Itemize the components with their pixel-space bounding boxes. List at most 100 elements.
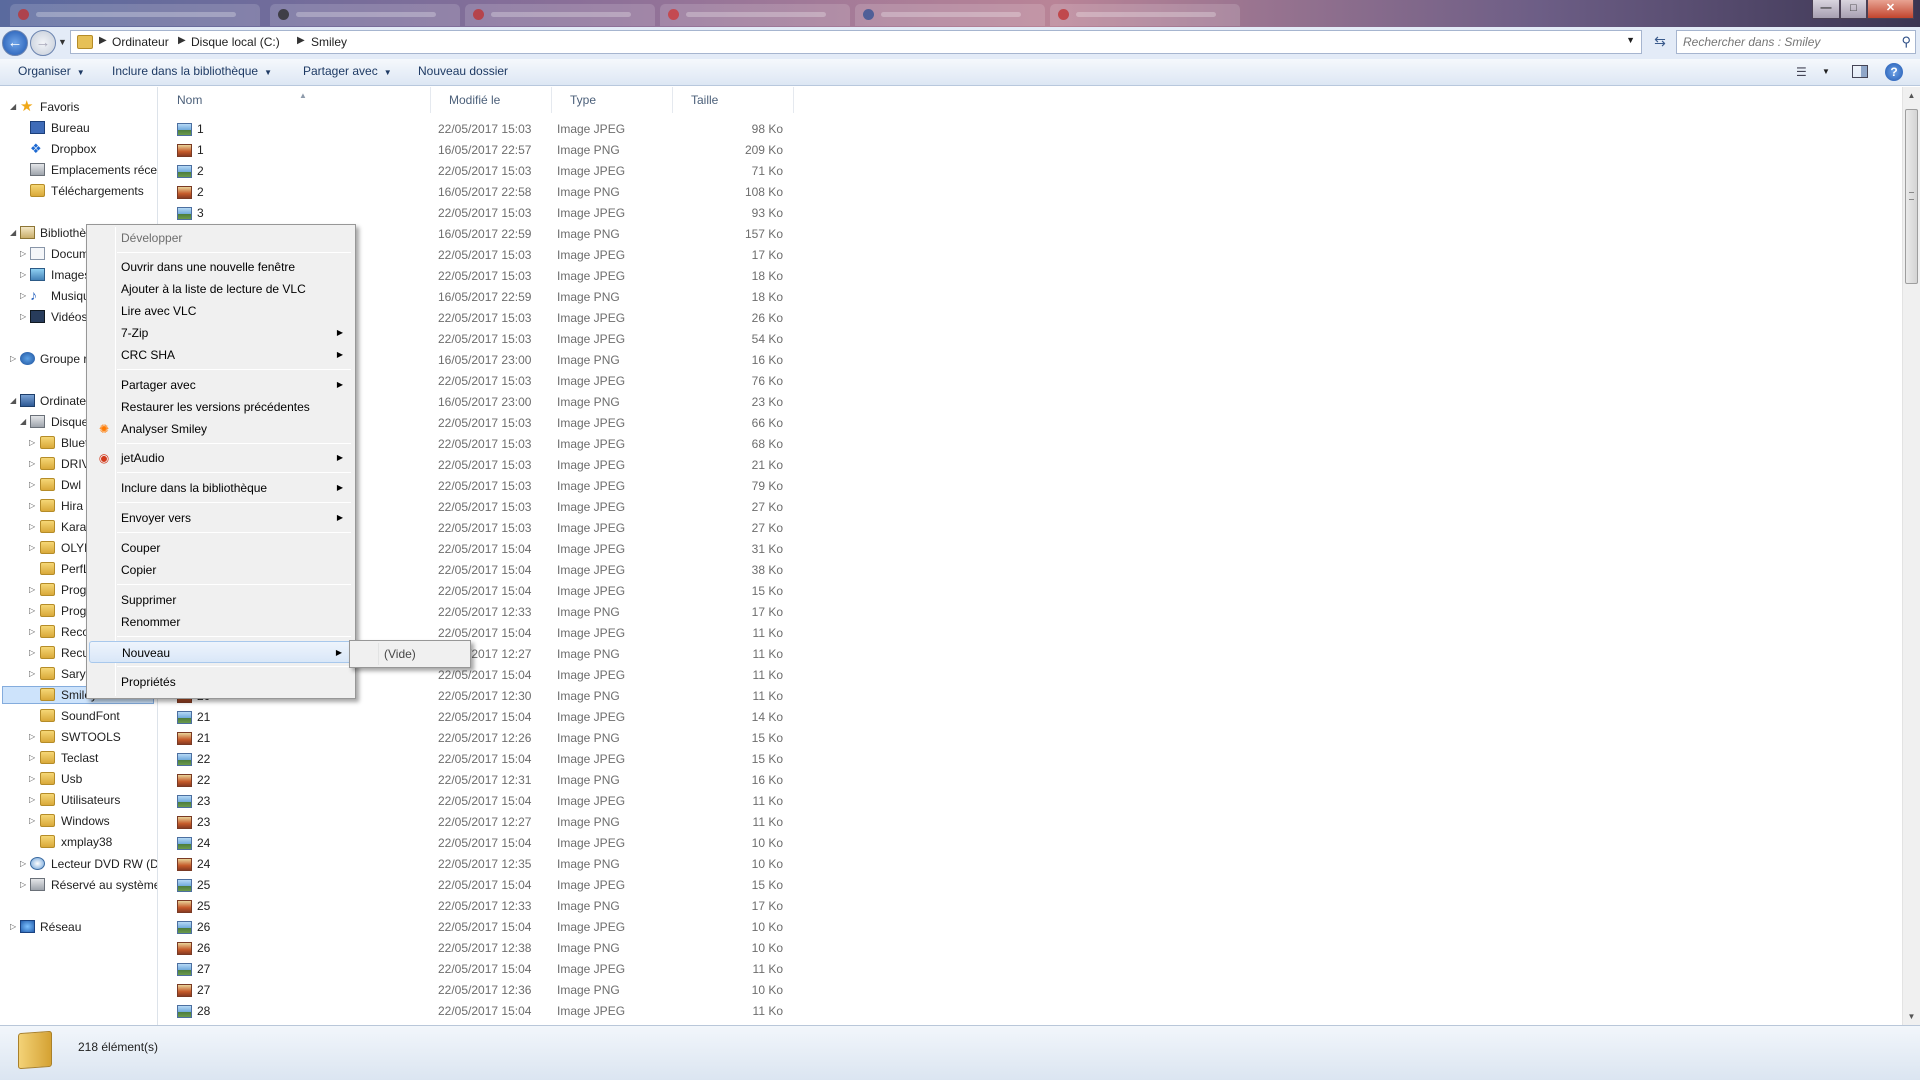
file-row[interactable]: 21 22/05/2017 12:26 Image PNG 15 Ko	[159, 728, 783, 749]
expand-arrow-icon[interactable]: ▷	[29, 538, 35, 558]
column-header-modified[interactable]: Modifié le	[431, 87, 552, 113]
file-row[interactable]: 1 22/05/2017 15:03 Image JPEG 98 Ko	[159, 119, 783, 140]
expand-arrow-icon[interactable]: ▷	[29, 433, 35, 453]
expand-arrow-icon[interactable]: ▷	[29, 475, 35, 495]
menu-item-properties[interactable]: Propriétés	[89, 671, 353, 693]
include-library-button[interactable]: Inclure dans la bibliothèque ▼	[112, 64, 272, 78]
expand-arrow-icon[interactable]: ▷	[29, 769, 35, 789]
expand-arrow-icon[interactable]: ▷	[20, 307, 26, 327]
expand-arrow-icon[interactable]: ▷	[20, 854, 26, 874]
expand-arrow-icon[interactable]: ▷	[20, 265, 26, 285]
file-row[interactable]: 21 22/05/2017 15:04 Image JPEG 14 Ko	[159, 707, 783, 728]
file-row[interactable]: 27 22/05/2017 15:04 Image JPEG 11 Ko	[159, 959, 783, 980]
background-tab[interactable]	[270, 4, 460, 26]
file-row[interactable]: 23 22/05/2017 15:04 Image JPEG 11 Ko	[159, 791, 783, 812]
refresh-button[interactable]: ⇆	[1648, 30, 1672, 54]
organize-button[interactable]: Organiser ▼	[18, 64, 85, 78]
file-row[interactable]: 28 22/05/2017 15:04 Image JPEG 11 Ko	[159, 1001, 783, 1022]
file-row[interactable]: 24 22/05/2017 12:35 Image PNG 10 Ko	[159, 854, 783, 875]
view-options-dropdown-icon[interactable]: ▼	[1822, 67, 1830, 76]
recent-pages-dropdown[interactable]: ▼	[58, 37, 67, 47]
collapse-arrow-icon[interactable]: ◢	[10, 391, 16, 411]
submenu-item-empty[interactable]: (Vide)	[384, 644, 416, 664]
menu-item-expand[interactable]: Développer	[89, 227, 353, 249]
file-row[interactable]: 26 22/05/2017 12:38 Image PNG 10 Ko	[159, 938, 783, 959]
scroll-up-icon[interactable]: ▲	[1903, 87, 1920, 104]
menu-item-analyze[interactable]: ✺ Analyser Smiley	[89, 418, 353, 440]
menu-item-share-with[interactable]: Partager avec ▶	[89, 374, 353, 396]
column-header-name[interactable]: Nom ▲	[159, 87, 431, 113]
menu-item-copy[interactable]: Copier	[89, 559, 353, 581]
menu-item-delete[interactable]: Supprimer	[89, 589, 353, 611]
file-row[interactable]: 22 22/05/2017 15:04 Image JPEG 15 Ko	[159, 749, 783, 770]
menu-item-rename[interactable]: Renommer	[89, 611, 353, 633]
expand-arrow-icon[interactable]: ▷	[29, 454, 35, 474]
expand-arrow-icon[interactable]: ▷	[29, 643, 35, 663]
file-row[interactable]: 2 16/05/2017 22:58 Image PNG 108 Ko	[159, 182, 783, 203]
breadcrumb-separator-icon[interactable]: ▶	[178, 35, 186, 46]
breadcrumb-separator-icon[interactable]: ▶	[99, 35, 107, 46]
breadcrumb-local-disk[interactable]: Disque local (C:)	[191, 35, 280, 49]
file-row[interactable]: 1 16/05/2017 22:57 Image PNG 209 Ko	[159, 140, 783, 161]
breadcrumb-separator-icon[interactable]: ▶	[297, 35, 305, 46]
background-tab[interactable]	[1050, 4, 1240, 26]
menu-item-restore-versions[interactable]: Restaurer les versions précédentes	[89, 396, 353, 418]
menu-item-7zip[interactable]: 7-Zip ▶	[89, 322, 353, 344]
expand-arrow-icon[interactable]: ▷	[20, 286, 26, 306]
expand-arrow-icon[interactable]: ▷	[29, 580, 35, 600]
expand-arrow-icon[interactable]: ▷	[29, 811, 35, 831]
background-tab[interactable]	[855, 4, 1045, 26]
menu-item-crc-sha[interactable]: CRC SHA ▶	[89, 344, 353, 366]
file-row[interactable]: 24 22/05/2017 15:04 Image JPEG 10 Ko	[159, 833, 783, 854]
menu-item-vlc-play[interactable]: Lire avec VLC	[89, 300, 353, 322]
file-row[interactable]: 26 22/05/2017 15:04 Image JPEG 10 Ko	[159, 917, 783, 938]
search-icon[interactable]: ⚲	[1901, 34, 1911, 50]
preview-pane-icon[interactable]	[1852, 65, 1868, 78]
search-input[interactable]	[1681, 33, 1886, 51]
collapse-arrow-icon[interactable]: ◢	[10, 223, 16, 243]
expand-arrow-icon[interactable]: ▷	[20, 875, 26, 895]
address-bar[interactable]: ▶ Ordinateur ▶ Disque local (C:) ▶ Smile…	[70, 30, 1642, 54]
column-header-size[interactable]: Taille	[673, 87, 794, 113]
close-button[interactable]: ✕	[1867, 0, 1914, 19]
file-row[interactable]: 3 22/05/2017 15:03 Image JPEG 93 Ko	[159, 203, 783, 224]
vertical-scrollbar[interactable]: ▲ ▼	[1902, 87, 1920, 1025]
expand-arrow-icon[interactable]: ▷	[20, 244, 26, 264]
forward-button[interactable]: →	[30, 30, 56, 56]
expand-arrow-icon[interactable]: ▷	[29, 622, 35, 642]
scroll-down-icon[interactable]: ▼	[1903, 1008, 1920, 1025]
menu-item-new[interactable]: Nouveau ▶	[89, 641, 353, 663]
expand-arrow-icon[interactable]: ▷	[29, 517, 35, 537]
search-box[interactable]: ⚲	[1676, 30, 1916, 54]
maximize-button[interactable]: □	[1840, 0, 1867, 19]
file-row[interactable]: 22 22/05/2017 12:31 Image PNG 16 Ko	[159, 770, 783, 791]
column-header-type[interactable]: Type	[552, 87, 673, 113]
file-row[interactable]: 27 22/05/2017 12:36 Image PNG 10 Ko	[159, 980, 783, 1001]
scrollbar-thumb[interactable]	[1905, 109, 1918, 284]
menu-item-include-library[interactable]: Inclure dans la bibliothèque ▶	[89, 477, 353, 499]
expand-arrow-icon[interactable]: ▷	[29, 790, 35, 810]
menu-item-open-new-window[interactable]: Ouvrir dans une nouvelle fenêtre	[89, 256, 353, 278]
new-folder-button[interactable]: Nouveau dossier	[418, 64, 508, 78]
file-row[interactable]: 2 22/05/2017 15:03 Image JPEG 71 Ko	[159, 161, 783, 182]
expand-arrow-icon[interactable]: ▷	[29, 496, 35, 516]
breadcrumb-smiley[interactable]: Smiley	[311, 35, 347, 49]
menu-item-send-to[interactable]: Envoyer vers ▶	[89, 507, 353, 529]
collapse-arrow-icon[interactable]: ◢	[10, 97, 16, 117]
file-row[interactable]: 23 22/05/2017 12:27 Image PNG 11 Ko	[159, 812, 783, 833]
background-tab[interactable]	[660, 4, 850, 26]
background-tab[interactable]	[465, 4, 655, 26]
address-history-dropdown-icon[interactable]: ▼	[1626, 35, 1635, 45]
expand-arrow-icon[interactable]: ▷	[10, 917, 16, 937]
share-with-button[interactable]: Partager avec ▼	[303, 64, 392, 78]
file-row[interactable]: 25 22/05/2017 15:04 Image JPEG 15 Ko	[159, 875, 783, 896]
file-row[interactable]: 25 22/05/2017 12:33 Image PNG 17 Ko	[159, 896, 783, 917]
collapse-arrow-icon[interactable]: ◢	[20, 412, 26, 432]
expand-arrow-icon[interactable]: ▷	[29, 748, 35, 768]
minimize-button[interactable]: —	[1812, 0, 1840, 19]
breadcrumb-computer[interactable]: Ordinateur	[112, 35, 169, 49]
help-icon[interactable]: ?	[1885, 63, 1903, 81]
menu-item-cut[interactable]: Couper	[89, 537, 353, 559]
menu-item-jetaudio[interactable]: ◉ jetAudio ▶	[89, 447, 353, 469]
expand-arrow-icon[interactable]: ▷	[10, 349, 16, 369]
